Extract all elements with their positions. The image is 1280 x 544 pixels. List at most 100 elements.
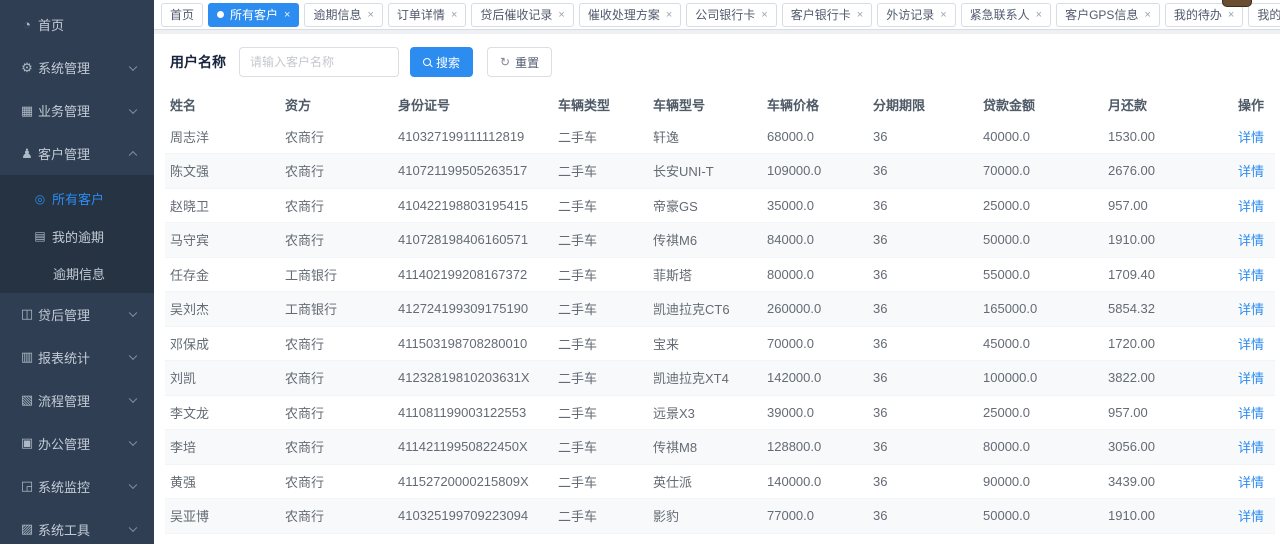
cell-action: 详情 <box>1233 430 1275 465</box>
sidebar-item-label: 首页 <box>38 15 64 34</box>
tab-10[interactable]: 客户GPS信息× <box>1056 3 1160 27</box>
close-icon[interactable]: × <box>666 9 672 21</box>
tab-8[interactable]: 外访记录× <box>877 3 955 27</box>
tools-icon: ▨ <box>17 521 37 537</box>
tab-label: 催收处理方案 <box>588 6 660 23</box>
cell-monthly-payment: 957.00 <box>1103 188 1233 223</box>
reset-icon: ↻ <box>500 55 510 69</box>
detail-link[interactable]: 详情 <box>1238 440 1264 455</box>
close-icon[interactable]: × <box>940 9 946 21</box>
cell-name: 李培 <box>165 430 280 465</box>
column-header: 贷款金额 <box>978 89 1103 119</box>
cell-name: 刘凯 <box>165 361 280 396</box>
tab-7[interactable]: 客户银行卡× <box>782 3 872 27</box>
tab-2[interactable]: 逾期信息× <box>304 3 382 27</box>
cell-term: 36 <box>868 188 978 223</box>
detail-link[interactable]: 详情 <box>1238 130 1264 145</box>
sidebar-item-system-monitoring[interactable]: ◲系统监控 <box>0 465 154 508</box>
customer-name-input[interactable] <box>239 47 399 77</box>
detail-link[interactable]: 详情 <box>1238 371 1264 386</box>
close-icon[interactable]: × <box>1228 9 1234 21</box>
table-body: 周志洋农商行410327199111112819二手车轩逸68000.03640… <box>165 119 1275 544</box>
cell-action: 详情 <box>1233 223 1275 258</box>
tab-4[interactable]: 贷后催收记录 × <box>471 3 573 27</box>
sidebar-item-system-management[interactable]: ⚙系统管理 <box>0 46 154 89</box>
business-icon: ▦ <box>17 103 37 119</box>
table-row: 马文杰农商行二手车哈弗H6详情 <box>165 533 1275 544</box>
detail-link[interactable]: 详情 <box>1238 302 1264 317</box>
close-icon[interactable]: × <box>284 9 290 21</box>
reset-button[interactable]: ↻ 重置 <box>487 47 552 77</box>
cell-vehicle-model: 传祺M6 <box>648 223 762 258</box>
detail-link[interactable]: 详情 <box>1238 233 1264 248</box>
cell-name: 周志洋 <box>165 119 280 154</box>
cell-id-number: 411503198708280010 <box>393 326 553 361</box>
detail-link[interactable]: 详情 <box>1238 164 1264 179</box>
sidebar-item-label: 逾期信息 <box>53 264 105 283</box>
cell-vehicle-price: 128800.0 <box>762 430 868 465</box>
close-icon[interactable]: × <box>1144 9 1150 21</box>
detail-link[interactable]: 详情 <box>1238 268 1264 283</box>
sidebar-item-home[interactable]: ◔首页 <box>0 3 154 46</box>
cell-vehicle-model: 哈弗H6 <box>648 533 762 544</box>
close-icon[interactable]: × <box>857 9 863 21</box>
cell-monthly-payment: 957.00 <box>1103 395 1233 430</box>
cell-vehicle-price: 260000.0 <box>762 292 868 327</box>
avatar[interactable] <box>1222 0 1252 7</box>
cell-term: 36 <box>868 326 978 361</box>
cell-vehicle-model: 传祺M8 <box>648 430 762 465</box>
cell-funder: 农商行 <box>280 464 393 499</box>
cell-id-number: 411081199003122553 <box>393 395 553 430</box>
tab-6[interactable]: 公司银行卡× <box>686 3 776 27</box>
chevron-down-icon <box>129 438 137 446</box>
cell-vehicle-model: 菲斯塔 <box>648 257 762 292</box>
chevron-down-icon <box>129 105 137 113</box>
tab-0[interactable]: 首页 <box>161 3 203 27</box>
chevron-down-icon <box>129 481 137 489</box>
sidebar-item-customer-management[interactable]: ♟客户管理 <box>0 132 154 175</box>
detail-link[interactable]: 详情 <box>1238 199 1264 214</box>
tab-label: 贷后催收记录 <box>480 6 552 23</box>
cell-name: 马守宾 <box>165 223 280 258</box>
column-header: 资方 <box>280 89 393 119</box>
close-icon[interactable]: × <box>761 9 767 21</box>
sidebar-item-my-overdue[interactable]: ▤我的逾期 <box>0 218 154 256</box>
tab-5[interactable]: 催收处理方案 × <box>579 3 681 27</box>
detail-link[interactable]: 详情 <box>1238 337 1264 352</box>
close-icon[interactable]: × <box>451 9 457 21</box>
sidebar-item-label: 报表统计 <box>38 348 90 367</box>
sidebar-item-report-statistics[interactable]: ▥报表统计 <box>0 336 154 379</box>
sidebar-item-label: 我的逾期 <box>52 227 104 246</box>
detail-link[interactable]: 详情 <box>1238 509 1264 524</box>
detail-link[interactable]: 详情 <box>1238 406 1264 421</box>
cell-vehicle-price <box>762 533 868 544</box>
tab-12[interactable]: 我的流程× <box>1248 3 1280 27</box>
close-icon[interactable]: × <box>1036 9 1042 21</box>
sidebar-item-business-management[interactable]: ▦业务管理 <box>0 89 154 132</box>
cell-funder: 农商行 <box>280 361 393 396</box>
sidebar-item-post-loan-management[interactable]: ◫贷后管理 <box>0 293 154 336</box>
cell-vehicle-type: 二手车 <box>553 154 648 189</box>
cell-vehicle-price: 39000.0 <box>762 395 868 430</box>
sidebar-item-process-management[interactable]: ▧流程管理 <box>0 379 154 422</box>
tab-3[interactable]: 订单详情× <box>388 3 466 27</box>
cell-term: 36 <box>868 430 978 465</box>
cell-vehicle-price: 68000.0 <box>762 119 868 154</box>
sidebar-item-overdue-info[interactable]: 逾期信息 <box>0 255 154 293</box>
table-row: 赵晓卫农商行410422198803195415二手车帝豪GS35000.036… <box>165 188 1275 223</box>
cell-loan-amount <box>978 533 1103 544</box>
cell-vehicle-type: 二手车 <box>553 499 648 534</box>
sidebar-item-system-tools[interactable]: ▨系统工具 <box>0 508 154 544</box>
tab-9[interactable]: 紧急联系人× <box>961 3 1051 27</box>
cell-id-number: 41232819810203631X <box>393 361 553 396</box>
detail-link[interactable]: 详情 <box>1238 475 1264 490</box>
close-icon[interactable]: × <box>367 9 373 21</box>
sidebar-item-all-customers[interactable]: ◎所有客户 <box>0 180 154 218</box>
tab-1[interactable]: 所有客户× <box>208 3 299 27</box>
search-button[interactable]: 搜索 <box>410 47 473 77</box>
cell-vehicle-model: 宝来 <box>648 326 762 361</box>
cell-loan-amount: 45000.0 <box>978 326 1103 361</box>
tab-label: 首页 <box>170 6 194 23</box>
sidebar-item-office-management[interactable]: ▣办公管理 <box>0 422 154 465</box>
close-icon[interactable]: × <box>558 9 564 21</box>
